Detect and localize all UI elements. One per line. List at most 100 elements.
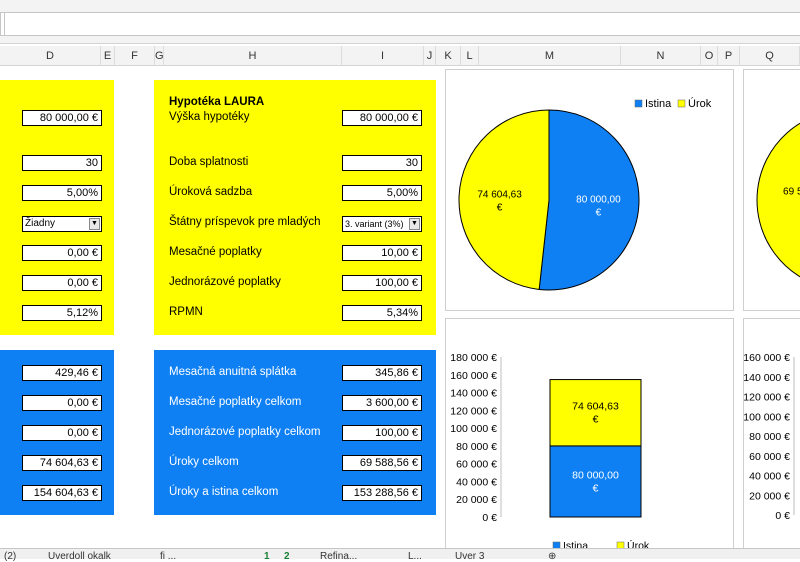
laura-term-label: Doba splatnosti [169, 156, 249, 168]
pie-chart-left-card[interactable]: 80 000,00 €74 604,63 € Istina Úrok [445, 69, 734, 311]
laura-one-time-fee-label: Jednorázové poplatky [169, 276, 281, 288]
laura-loan-amount-label: Výška hypotéky [169, 111, 250, 123]
y-tick-label: 100 000 € [450, 423, 497, 435]
laura-interest-total-cell[interactable]: 69 588,56 € [342, 455, 422, 471]
sheet-tab[interactable]: L... [408, 551, 422, 562]
left-monthly-payment-cell[interactable]: 429,46 € [22, 365, 102, 381]
column-header-n[interactable]: N [621, 46, 701, 66]
y-tick-label: 40 000 € [749, 471, 790, 483]
column-header-m[interactable]: M [479, 46, 621, 66]
chevron-down-icon[interactable]: ▼ [409, 218, 420, 230]
data-label: 80 000,00 [576, 195, 621, 206]
sheet-tab-bar: (2) Uverdoll okalk fi ... 1 2 Refina... … [0, 548, 800, 562]
column-header-g[interactable]: G [155, 46, 164, 66]
data-label: € [596, 208, 602, 219]
y-tick-label: 20 000 € [456, 494, 497, 506]
left-loan-amount-cell[interactable]: 80 000,00 € [22, 110, 102, 126]
left-results-panel: 429,46 € 0,00 € 0,00 € 74 604,63 € 154 6… [0, 350, 114, 515]
column-header-k[interactable]: K [436, 46, 461, 66]
legend-label: Úrok [688, 97, 712, 110]
data-label: 74 604,63 [572, 401, 619, 413]
column-header-f[interactable]: F [115, 46, 155, 66]
laura-title: Hypotéka LAURA [169, 96, 265, 108]
laura-one-time-fees-total-cell[interactable]: 100,00 € [342, 425, 422, 441]
chevron-down-icon[interactable]: ▼ [89, 218, 100, 230]
y-tick-label: 140 000 € [450, 388, 497, 400]
left-monthly-fee-cell[interactable]: 0,00 € [22, 245, 102, 261]
laura-monthly-fee-cell[interactable]: 10,00 € [342, 245, 422, 261]
laura-rpmn-cell[interactable]: 5,34% [342, 305, 422, 321]
y-tick-label: 160 000 € [744, 352, 790, 364]
left-grand-total-cell[interactable]: 154 604,63 € [22, 485, 102, 501]
sheet-tab[interactable]: 1 [264, 551, 270, 562]
laura-rate-label: Úroková sadzba [169, 186, 253, 198]
laura-grand-total-cell[interactable]: 153 288,56 € [342, 485, 422, 501]
data-label: € [593, 414, 599, 426]
left-subsidy-value: Žiadny [25, 218, 56, 229]
column-header-h[interactable]: H [164, 46, 342, 66]
bar-chart-left: 0 € 20 000 € 40 000 € 60 000 € 80 000 € 100 0… [450, 352, 650, 549]
left-rpmn-cell[interactable]: 5,12% [22, 305, 102, 321]
y-tick-label: 140 000 € [744, 372, 790, 384]
laura-rate-cell[interactable]: 5,00% [342, 185, 422, 201]
sheet-tab[interactable]: Uver 3 [455, 551, 484, 562]
sheet-tab[interactable]: fi ... [160, 551, 176, 562]
y-tick-label: 80 000 € [456, 441, 497, 453]
laura-monthly-payment-cell[interactable]: 345,86 € [342, 365, 422, 381]
sheet-tab-active[interactable]: 2 [284, 551, 290, 562]
pie-chart-left: 80 000,00 €74 604,63 € Istina Úrok [458, 97, 712, 291]
sheet-tab[interactable]: (2) [4, 551, 16, 562]
left-rate-cell[interactable]: 5,00% [22, 185, 102, 201]
column-header-o[interactable]: O [701, 46, 718, 66]
laura-rpmn-label: RPMN [169, 306, 203, 318]
laura-monthly-fees-total-cell[interactable]: 3 600,00 € [342, 395, 422, 411]
sheet-tab[interactable]: Refina... [320, 551, 357, 562]
laura-grand-total-label: Úroky a istina celkom [169, 486, 279, 498]
y-tick-label: 180 000 € [450, 352, 497, 364]
bar-chart-right: 0 € 20 000 € 40 000 € 60 000 € 80 000 € 100 0… [744, 352, 795, 522]
pie-slice [756, 122, 800, 278]
laura-interest-total-label: Úroky celkom [169, 456, 239, 468]
y-tick-label: 100 000 € [744, 411, 790, 423]
left-one-time-fee-cell[interactable]: 0,00 € [22, 275, 102, 291]
left-term-cell[interactable]: 30 [22, 155, 102, 171]
column-header-e[interactable]: E [101, 46, 115, 66]
laura-one-time-fees-total-label: Jednorázové poplatky celkom [169, 426, 321, 438]
left-one-time-fees-total-cell[interactable]: 0,00 € [22, 425, 102, 441]
left-input-panel: 80 000,00 € 30 5,00% Žiadny ▼ 0,00 € 0,0… [0, 80, 114, 335]
column-header-p[interactable]: P [718, 46, 740, 66]
laura-loan-amount-cell[interactable]: 80 000,00 € [342, 110, 422, 126]
column-header-i[interactable]: I [342, 46, 424, 66]
laura-subsidy-dropdown[interactable]: 3. variant (3%) ▼ [342, 216, 422, 232]
column-header-j[interactable]: J [424, 46, 436, 66]
y-tick-label: 160 000 € [450, 370, 497, 382]
left-interest-total-cell[interactable]: 74 604,63 € [22, 455, 102, 471]
laura-term-cell[interactable]: 30 [342, 155, 422, 171]
left-monthly-fees-total-cell[interactable]: 0,00 € [22, 395, 102, 411]
bar-chart-right-card[interactable]: 0 € 20 000 € 40 000 € 60 000 € 80 000 € 100 0… [743, 318, 800, 550]
column-headers: D E F G H I J K L M N O P Q [0, 46, 800, 66]
sheet-tab[interactable]: Uverdoll okalk [48, 551, 111, 562]
legend-label: Istina [645, 98, 672, 110]
y-tick-label: 40 000 € [456, 476, 497, 488]
y-tick-label: 60 000 € [749, 451, 790, 463]
bar-chart-left-card[interactable]: 0 € 20 000 € 40 000 € 60 000 € 80 000 € 100 0… [445, 318, 734, 550]
column-header-q[interactable]: Q [740, 46, 800, 66]
add-sheet-icon[interactable]: ⊕ [548, 551, 556, 562]
pie-chart-right-card[interactable]: 69 5… [743, 69, 800, 311]
laura-one-time-fee-cell[interactable]: 100,00 € [342, 275, 422, 291]
data-label: 69 5… [783, 187, 800, 198]
laura-results-panel: Mesačná anuitná splátka 345,86 € Mesačné… [154, 350, 436, 515]
laura-subsidy-value: 3. variant (3%) [345, 219, 404, 229]
laura-input-panel: Hypotéka LAURA Výška hypotéky 80 000,00 … [154, 80, 436, 335]
y-tick-label: 60 000 € [456, 459, 497, 471]
data-label: € [497, 202, 503, 213]
column-header-d[interactable]: D [0, 46, 101, 66]
formula-input[interactable] [4, 12, 800, 36]
laura-monthly-payment-label: Mesačná anuitná splátka [169, 366, 297, 378]
y-tick-label: 0 € [482, 512, 497, 524]
left-subsidy-dropdown[interactable]: Žiadny ▼ [22, 216, 102, 232]
column-header-l[interactable]: L [461, 46, 479, 66]
laura-subsidy-label: Štátny príspevok pre mladých [169, 216, 321, 228]
legend-swatch [677, 99, 686, 108]
